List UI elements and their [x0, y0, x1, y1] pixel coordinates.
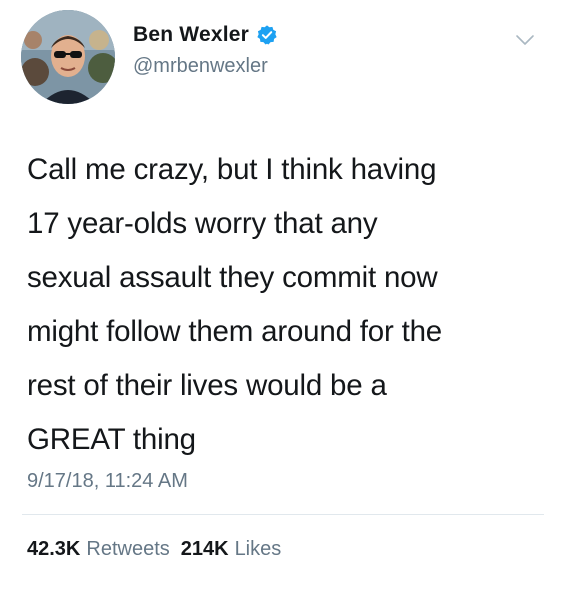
tweet-stats: 42.3K Retweets 214K Likes: [27, 538, 281, 561]
likes-stat[interactable]: 214K Likes: [181, 538, 282, 561]
user-handle[interactable]: @mrbenwexler: [133, 55, 268, 78]
tweet-text: Call me crazy, but I think having 17 yea…: [27, 153, 443, 456]
display-name[interactable]: Ben Wexler: [133, 23, 249, 47]
name-row: Ben Wexler: [133, 23, 278, 47]
likes-count: 214K: [180, 538, 229, 560]
verified-badge-icon: [256, 24, 278, 46]
retweets-stat[interactable]: 42.3K Retweets: [27, 538, 170, 561]
avatar[interactable]: [21, 10, 115, 104]
retweets-label: Retweets: [86, 538, 170, 560]
chevron-down-icon[interactable]: [514, 32, 536, 48]
tweet-timestamp[interactable]: 9/17/18, 11:24 AM: [27, 470, 188, 493]
likes-label: Likes: [234, 538, 282, 560]
avatar-image: [21, 10, 115, 104]
retweets-count: 42.3K: [27, 538, 81, 560]
tweet-card: Ben Wexler @mrbenwexler Call me crazy, b…: [0, 0, 565, 600]
divider: [22, 514, 544, 515]
